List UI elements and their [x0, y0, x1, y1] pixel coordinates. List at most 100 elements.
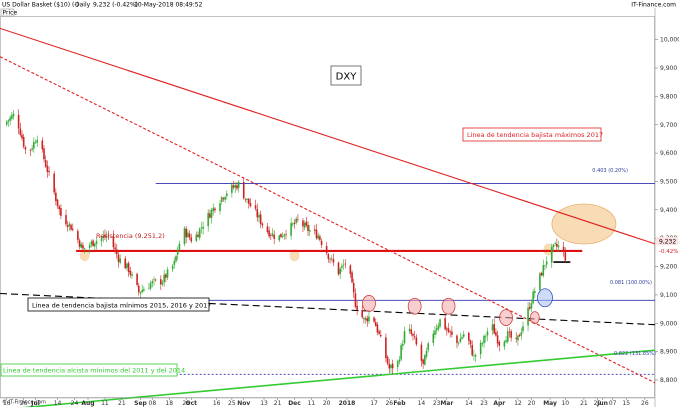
resistance-label: Resistencia (9.251,2): [96, 232, 165, 240]
candle-body: [280, 234, 282, 238]
candle-body: [58, 206, 61, 210]
highlight-ellipses-front: [362, 288, 553, 326]
candle-body: [159, 279, 162, 285]
candle-body: [424, 355, 426, 365]
candle-body: [317, 235, 319, 239]
candle-body: [175, 255, 177, 262]
candle-body: [522, 326, 524, 332]
candle-body: [173, 260, 176, 265]
x-tick-label: Mar: [440, 400, 453, 407]
y-tick-label: 9,200: [660, 264, 677, 271]
candle-body: [434, 330, 436, 335]
candle-body: [65, 215, 67, 225]
candle-body: [70, 224, 72, 230]
candle-body: [78, 240, 81, 247]
candle-body: [484, 336, 487, 338]
candle-body: [271, 233, 274, 236]
candle-body: [330, 257, 333, 259]
candle-body: [332, 258, 335, 263]
candle-body: [198, 228, 201, 238]
candle-body: [34, 142, 37, 144]
candle-body: [214, 208, 216, 211]
candle-body: [457, 343, 460, 344]
x-tick-label: 14: [54, 400, 62, 407]
candle-body: [505, 340, 507, 343]
candle-body: [292, 223, 294, 225]
candle-body: [246, 198, 248, 200]
candle-body: [195, 234, 198, 241]
candle-body: [469, 340, 472, 345]
candle-body: [207, 212, 209, 227]
x-tick-label: 14: [465, 400, 473, 407]
candle-body: [209, 213, 211, 218]
ellipse-touch-5: [529, 311, 540, 324]
y-tick-label: 9,700: [660, 122, 677, 129]
candle-body: [376, 324, 379, 333]
candle-body: [479, 342, 482, 355]
y-tick-label: 9,500: [660, 178, 677, 185]
candle-body: [473, 355, 475, 356]
candle-body: [7, 120, 10, 122]
candle-body: [544, 265, 546, 267]
candle-body: [273, 234, 275, 239]
candle-body: [24, 147, 27, 150]
candle-body: [212, 207, 215, 211]
candle-body: [139, 292, 142, 294]
candle-body: [356, 305, 358, 311]
candle-body: [82, 244, 84, 249]
candle-body: [197, 234, 199, 237]
candle-body: [474, 355, 477, 357]
candle-body: [446, 328, 448, 330]
candle-body: [447, 328, 450, 332]
candle-body: [400, 345, 402, 360]
candle-body: [165, 274, 167, 278]
candle-body: [5, 121, 8, 125]
candle-body: [554, 243, 556, 245]
candle-body: [396, 361, 399, 368]
candle-body: [242, 182, 245, 199]
x-tick-label: 21: [580, 400, 588, 407]
candle-body: [410, 329, 413, 335]
candle-body: [163, 274, 165, 283]
x-tick-label: Feb: [393, 400, 406, 407]
x-tick-label: Sep: [134, 400, 147, 407]
candle-body: [56, 199, 59, 207]
candle-body: [17, 114, 20, 129]
candle-body: [259, 214, 262, 224]
candle-body: [556, 243, 558, 247]
candle-body: [503, 341, 506, 347]
candle-body: [557, 245, 560, 248]
minimos-label: Linea de tendencia bajista mínimos 2015,…: [32, 302, 211, 310]
candle-body: [339, 268, 341, 274]
candle-body: [342, 264, 345, 266]
candle-body: [435, 328, 438, 331]
candle-body: [539, 273, 541, 291]
candle-body: [449, 331, 452, 333]
x-tick-label: 08: [149, 400, 157, 407]
candle-body: [127, 263, 130, 273]
candle-body: [437, 325, 440, 330]
x-tick-label: 11: [308, 400, 316, 407]
x-tick-label: Dec: [288, 400, 301, 407]
candle-body: [270, 235, 272, 236]
candle-body: [12, 113, 15, 117]
x-tick-label: 20: [323, 400, 331, 407]
candle-body: [432, 333, 435, 343]
candle-body: [77, 231, 79, 240]
candle-body: [363, 318, 365, 319]
candle-body: [491, 324, 494, 331]
candle-body: [398, 359, 401, 362]
candle-body: [481, 343, 484, 345]
candle-body: [154, 279, 157, 281]
x-tick-label: 10: [561, 400, 569, 407]
candle-body: [115, 249, 118, 255]
candle-body: [532, 291, 534, 304]
candle-body: [117, 254, 120, 262]
x-tick-label: 11: [101, 400, 109, 407]
x-tick-label: 24: [71, 400, 79, 407]
candle-body: [305, 221, 308, 226]
candle-body: [244, 198, 247, 200]
x-tick-label: 21: [274, 400, 282, 407]
candle-body: [60, 208, 62, 216]
candle-body: [427, 343, 430, 351]
